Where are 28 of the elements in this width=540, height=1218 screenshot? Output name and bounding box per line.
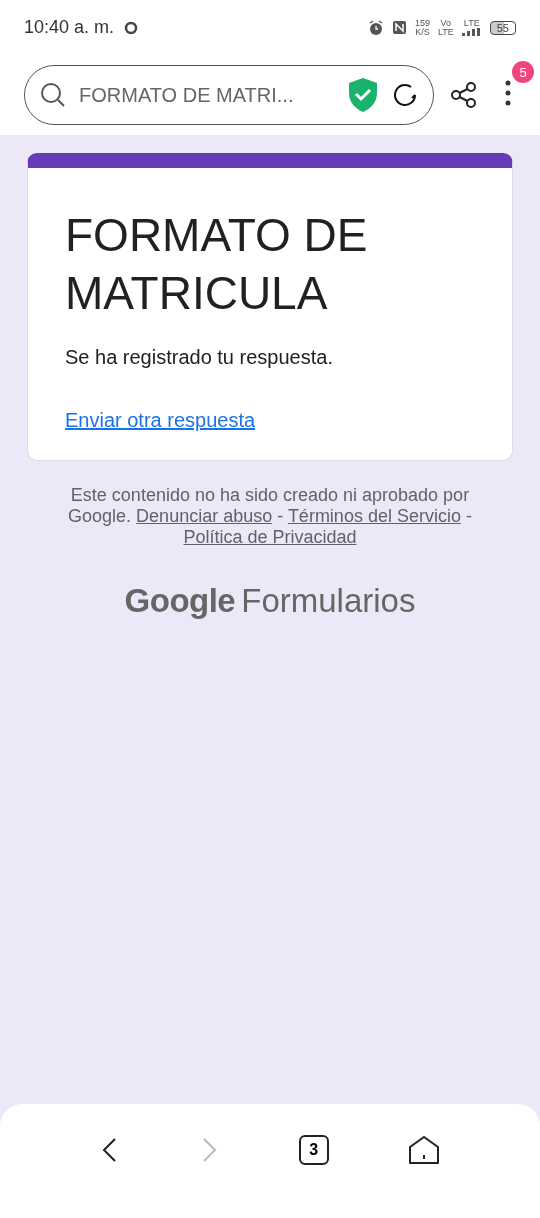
nfc-icon: [391, 20, 407, 35]
search-icon: [39, 81, 67, 109]
battery-indicator: 55: [489, 20, 516, 35]
home-icon[interactable]: [408, 1135, 441, 1165]
google-wordmark: Google: [124, 582, 236, 620]
confirmation-message: Se ha registrado tu respuesta.: [65, 346, 334, 369]
footer-link[interactable]: Denunciar abuso: [136, 506, 273, 526]
disclaimer-text: Este contenido no ha sido creado ni aprobado por Google. Denunciar abuso - Términos del Servicio - Política de Privacidad: [67, 485, 473, 548]
submit-another-link[interactable]: Enviar otra respuesta: [65, 409, 256, 431]
footer-link[interactable]: Política de Privacidad: [183, 527, 357, 547]
notification-badge: 5: [512, 61, 534, 83]
form-title: FORMATO DE MATRICULA: [65, 208, 369, 321]
signal-icon: [461, 28, 482, 36]
volte-label: Vo: [440, 18, 452, 28]
tabs-button[interactable]: 3: [298, 1135, 329, 1165]
shield-check-icon: [347, 77, 379, 113]
menu-icon[interactable]: [504, 79, 512, 107]
share-icon[interactable]: [450, 81, 478, 109]
address-text: FORMATO DE MATRI...: [79, 83, 295, 107]
network-label: LTE: [463, 19, 480, 28]
alarm-icon: [367, 19, 384, 36]
footer-link[interactable]: Términos del Servicio: [287, 506, 461, 526]
product-name: Formularios: [241, 582, 416, 620]
status-time: 10:40 a. m.: [24, 17, 115, 38]
speed-value: 159: [414, 18, 430, 28]
reload-icon[interactable]: [391, 81, 419, 109]
lte-label: LTE: [437, 27, 454, 37]
speed-unit: K/S: [415, 27, 430, 37]
